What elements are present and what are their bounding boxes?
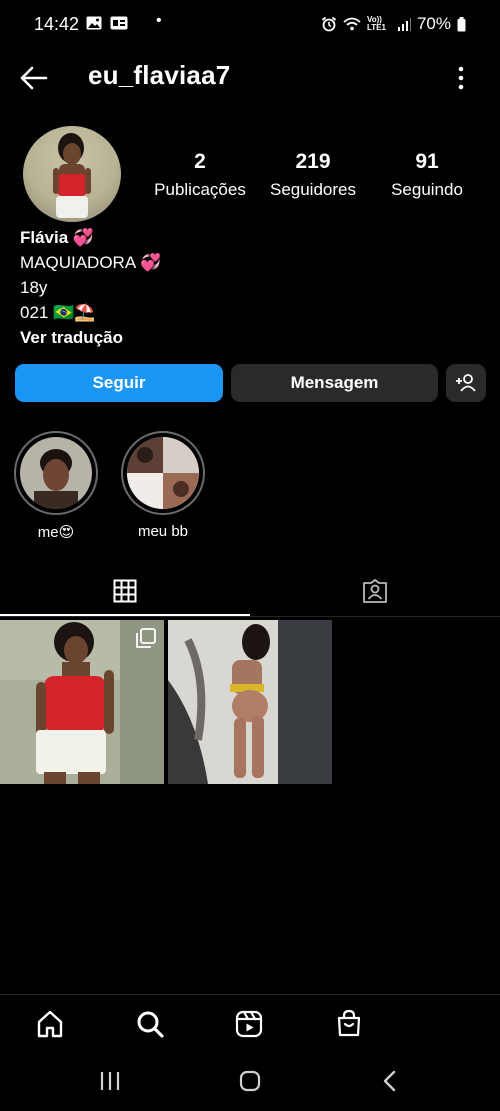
add-person-icon	[456, 374, 476, 392]
shopping-bag-icon	[337, 1009, 361, 1037]
post-thumbnail[interactable]	[168, 620, 332, 784]
highlight-ring	[14, 431, 98, 515]
network-label: Vo)) LTE1	[366, 15, 386, 32]
story-highlight[interactable]: me😍	[14, 431, 98, 541]
followers-count[interactable]: 219 Seguidores	[253, 150, 373, 200]
reels-icon	[235, 1010, 263, 1038]
notification-icons	[86, 16, 128, 30]
multiple-photos-icon	[136, 628, 156, 648]
tab-divider	[0, 616, 500, 617]
more-options-button[interactable]	[448, 62, 474, 94]
follow-button[interactable]: Seguir	[15, 364, 223, 402]
following-count[interactable]: 91 Seguindo	[367, 150, 487, 200]
tab-posts-grid[interactable]	[0, 566, 250, 616]
home-pill-icon	[239, 1070, 261, 1092]
bio-line: 021 🇧🇷⛱️	[20, 303, 96, 322]
nav-home[interactable]	[30, 1006, 70, 1042]
battery-percent: 70%	[416, 14, 451, 33]
see-translation-link[interactable]: Ver tradução	[20, 328, 123, 348]
avatar-photo	[53, 133, 91, 218]
alarm-icon	[321, 16, 337, 32]
highlight-ring	[121, 431, 205, 515]
arrow-left-icon	[20, 66, 48, 90]
posts-count-value: 2	[194, 150, 206, 173]
posts-count-label: Publicações	[154, 180, 246, 199]
home-icon	[37, 1010, 63, 1038]
wifi-icon	[343, 17, 361, 31]
status-time: 14:42	[34, 14, 80, 34]
story-highlight[interactable]: meu bb	[121, 431, 205, 540]
system-recents-button[interactable]	[90, 1066, 130, 1096]
following-count-value: 91	[415, 150, 439, 173]
grid-icon	[113, 579, 137, 603]
battery-icon	[457, 16, 466, 31]
followers-count-label: Seguidores	[269, 180, 356, 199]
highlight-label: meu bb	[137, 523, 189, 540]
bio-name: Flávia 💞	[20, 228, 95, 247]
profile-avatar[interactable]	[23, 126, 121, 222]
posts-count: 2 Publicações	[140, 150, 260, 200]
recents-icon	[100, 1072, 120, 1090]
status-dot: •	[156, 12, 162, 29]
gallery-notification-icon	[86, 16, 102, 30]
post-thumbnail[interactable]	[0, 620, 164, 784]
chevron-left-icon	[383, 1070, 396, 1092]
back-button[interactable]	[18, 62, 50, 94]
bio-line: 18y	[20, 278, 48, 297]
app-notification-icon	[110, 16, 128, 30]
profile-username: eu_flaviaa7	[88, 60, 231, 90]
highlight-cover	[20, 437, 92, 509]
message-button[interactable]: Mensagem	[231, 364, 438, 402]
nav-reels[interactable]	[229, 1006, 269, 1042]
nav-shop[interactable]	[329, 1006, 369, 1042]
highlight-cover	[127, 437, 199, 509]
tab-tagged[interactable]	[250, 566, 500, 616]
highlight-label: me😍	[37, 524, 75, 541]
status-right-group: Vo)) LTE1 70%	[321, 14, 466, 34]
followers-count-value: 219	[295, 150, 331, 173]
following-count-label: Seguindo	[391, 180, 463, 199]
signal-icon	[397, 18, 411, 31]
nav-search[interactable]	[130, 1006, 170, 1042]
bio-line: MAQUIADORA 💞	[20, 253, 162, 272]
system-back-button[interactable]	[370, 1066, 410, 1096]
tagged-person-icon	[363, 579, 387, 603]
bottom-nav-divider	[0, 994, 500, 995]
post-image	[168, 620, 332, 784]
suggested-accounts-button[interactable]	[446, 364, 486, 402]
kebab-icon	[458, 66, 464, 90]
system-home-button[interactable]	[230, 1066, 270, 1096]
search-icon	[137, 1011, 164, 1038]
